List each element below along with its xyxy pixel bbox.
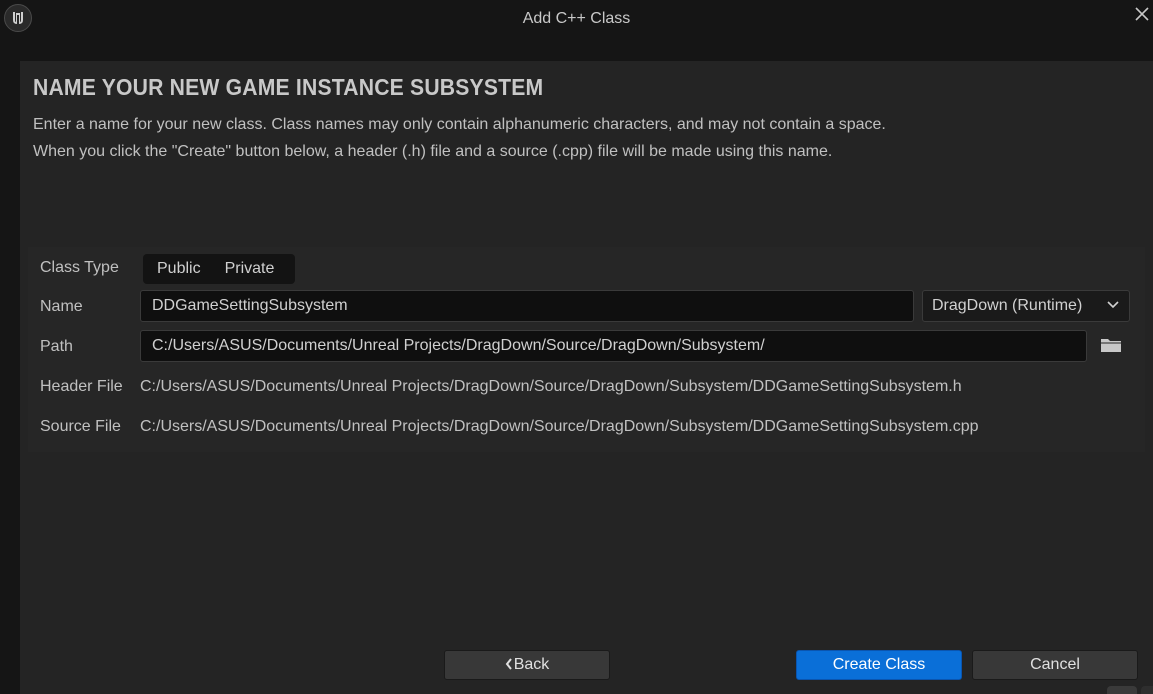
path-label: Path (40, 338, 73, 355)
title-bar: Add C++ Class (0, 0, 1153, 38)
chevron-left-icon (505, 658, 512, 670)
source-file-label: Source File (40, 418, 121, 435)
chevron-down-icon (1107, 301, 1119, 309)
class-type-public-option[interactable]: Public (143, 254, 213, 284)
content-panel: NAME YOUR NEW GAME INSTANCE SUBSYSTEM En… (20, 61, 1153, 694)
header-file-path: C:/Users/ASUS/Documents/Unreal Projects/… (140, 378, 962, 395)
source-file-path: C:/Users/ASUS/Documents/Unreal Projects/… (140, 418, 979, 435)
back-button[interactable]: Back (444, 650, 610, 680)
back-button-label: Back (513, 656, 550, 673)
class-type-label: Class Type (40, 259, 119, 276)
close-button[interactable] (1131, 2, 1153, 26)
class-name-input[interactable]: DDGameSettingSubsystem (140, 290, 914, 322)
class-form: Class Type Public Private Name DDGameSet… (28, 247, 1145, 452)
name-label: Name (40, 298, 83, 315)
close-icon (1135, 7, 1149, 21)
add-cpp-class-dialog: Add C++ Class NAME YOUR NEW GAME INSTANC… (0, 0, 1153, 694)
folder-icon (1101, 339, 1121, 352)
cancel-button[interactable]: Cancel (972, 650, 1138, 680)
module-dropdown-value: DragDown (Runtime) (932, 297, 1083, 314)
module-dropdown[interactable]: DragDown (Runtime) (922, 290, 1130, 322)
corner-widget (1107, 686, 1137, 694)
path-input[interactable]: C:/Users/ASUS/Documents/Unreal Projects/… (140, 330, 1087, 362)
browse-folder-button[interactable] (1100, 337, 1124, 357)
create-class-button[interactable]: Create Class (796, 650, 962, 680)
class-type-private-option[interactable]: Private (213, 254, 287, 284)
header-file-label: Header File (40, 378, 123, 395)
window-title: Add C++ Class (522, 10, 631, 27)
description-line-2: When you click the "Create" button below… (33, 143, 833, 160)
corner-widget-secondary (1141, 686, 1153, 694)
class-type-selector: Public Private (143, 254, 295, 284)
page-heading: NAME YOUR NEW GAME INSTANCE SUBSYSTEM (33, 74, 544, 100)
description-line-1: Enter a name for your new class. Class n… (33, 116, 886, 133)
